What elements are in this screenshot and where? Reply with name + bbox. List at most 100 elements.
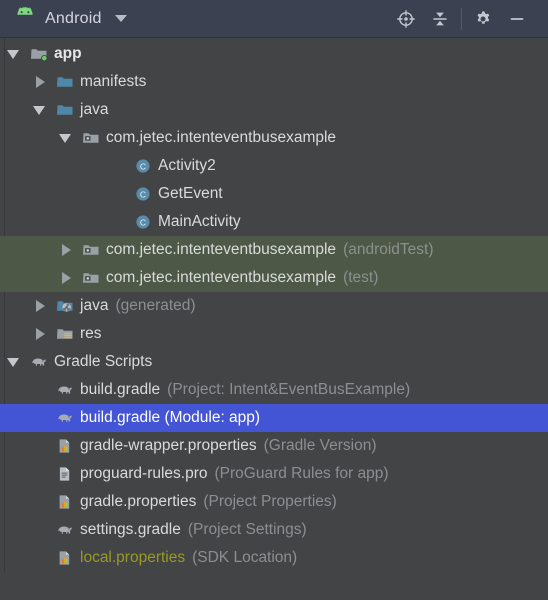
tree-row-proguard-rules-pro[interactable]: proguard-rules.pro (ProGuard Rules for ap… xyxy=(0,460,548,488)
tree-toggle-spacer xyxy=(32,494,48,510)
project-tool-window: Android app manifests java com.jetec.int… xyxy=(0,0,548,600)
tree-row-label: build.gradle xyxy=(80,381,161,398)
tree-row-java-generated[interactable]: java (generated) xyxy=(0,292,548,320)
tree-row-label: Gradle Scripts xyxy=(54,353,153,370)
tree-row-label: gradle-wrapper.properties xyxy=(80,437,257,454)
tree-row-label: local.properties xyxy=(80,549,186,566)
tree-row-java[interactable]: java xyxy=(0,96,548,124)
collapse-all-button[interactable] xyxy=(423,2,457,36)
chevron-down-icon[interactable] xyxy=(58,130,74,146)
android-robot-icon xyxy=(14,5,36,32)
tree-row-build-gradle-module[interactable]: build.gradle (Module: app) xyxy=(0,404,548,432)
tree-row-build-gradle-project[interactable]: build.gradle (Project: Intent&EventBusExa… xyxy=(0,376,548,404)
hide-button[interactable] xyxy=(500,2,534,36)
tree-row-gradle-scripts[interactable]: Gradle Scripts xyxy=(0,348,548,376)
tree-row-res[interactable]: res xyxy=(0,320,548,348)
chevron-right-icon[interactable] xyxy=(32,326,48,342)
text-file-icon xyxy=(59,467,70,481)
tree-toggle-spacer xyxy=(32,382,48,398)
folder-icon xyxy=(57,77,73,87)
tree-row-label: GetEvent xyxy=(158,185,223,202)
properties-file-icon xyxy=(59,495,70,509)
properties-file-icon xyxy=(59,439,70,453)
tool-window-header: Android xyxy=(0,0,548,38)
tree-row-local-properties[interactable]: local.properties (SDK Location) xyxy=(0,544,548,572)
tree-toggle-spacer xyxy=(110,158,126,174)
tree-toggle-spacer xyxy=(32,410,48,426)
tree-row-subtitle: (Project: Intent&EventBusExample) xyxy=(167,381,411,398)
tree-row-label: java xyxy=(80,297,109,314)
module-folder-icon xyxy=(31,49,48,62)
tree-row-subtitle: (ProGuard Rules for app) xyxy=(214,465,389,482)
tree-row-label: proguard-rules.pro xyxy=(80,465,208,482)
res-folder-icon xyxy=(57,329,73,339)
gradle-elephant-icon xyxy=(58,526,72,534)
tree-row-manifests[interactable]: manifests xyxy=(0,68,548,96)
toolbar-separator xyxy=(461,7,462,30)
chevron-down-icon[interactable] xyxy=(6,354,22,370)
gear-icon xyxy=(477,10,490,24)
tree-row-class-mainactivity[interactable]: C MainActivity xyxy=(0,208,548,236)
svg-text:C: C xyxy=(140,217,146,227)
properties-file-icon xyxy=(59,551,70,565)
tool-window-title-group[interactable]: Android xyxy=(0,5,127,32)
tool-window-actions xyxy=(389,2,548,36)
gradle-elephant-icon xyxy=(58,414,72,422)
minimize-dash-icon xyxy=(510,17,524,20)
svg-text:C: C xyxy=(140,189,146,199)
tree-row-label: com.jetec.intenteventbusexample xyxy=(106,241,337,258)
package-folder-icon xyxy=(83,133,99,143)
tree-row-subtitle: (test) xyxy=(343,269,379,286)
settings-button[interactable] xyxy=(466,2,500,36)
tree-row-label: build.gradle (Module: app) xyxy=(80,409,261,426)
tree-row-label: app xyxy=(54,45,82,62)
tree-row-package-main[interactable]: com.jetec.intenteventbusexample xyxy=(0,124,548,152)
tree-row-subtitle: (androidTest) xyxy=(343,241,434,258)
tree-row-label: gradle.properties xyxy=(80,493,197,510)
tree-toggle-spacer xyxy=(32,438,48,454)
tree-row-subtitle: (Gradle Version) xyxy=(263,437,377,454)
package-folder-icon xyxy=(83,245,99,255)
crosshair-target-icon xyxy=(397,9,415,28)
chevron-down-icon[interactable] xyxy=(114,15,127,22)
generated-folder-icon xyxy=(57,301,73,312)
gradle-elephant-icon xyxy=(32,358,46,366)
tree-row-package-androidtest[interactable]: com.jetec.intenteventbusexample (androidT… xyxy=(0,236,548,264)
tree-row-gradle-wrapper-properties[interactable]: gradle-wrapper.properties (Gradle Version… xyxy=(0,432,548,460)
tree-row-subtitle: (SDK Location) xyxy=(192,549,298,566)
chevron-right-icon[interactable] xyxy=(32,74,48,90)
tree-row-subtitle: (generated) xyxy=(115,297,196,314)
java-class-icon: C xyxy=(136,159,150,173)
java-class-icon: C xyxy=(136,187,150,201)
tree-row-class-activity2[interactable]: C Activity2 xyxy=(0,152,548,180)
tree-toggle-spacer xyxy=(32,466,48,482)
select-opened-file-button[interactable] xyxy=(389,2,423,36)
tree-row-class-getevent[interactable]: C GetEvent xyxy=(0,180,548,208)
java-class-icon: C xyxy=(136,215,150,229)
chevron-right-icon[interactable] xyxy=(32,298,48,314)
gradle-elephant-icon xyxy=(58,386,72,394)
tool-window-title: Android xyxy=(45,9,102,27)
tree-row-label: com.jetec.intenteventbusexample xyxy=(106,269,337,286)
tree-row-label: java xyxy=(80,101,109,118)
tree-row-gradle-properties[interactable]: gradle.properties (Project Properties) xyxy=(0,488,548,516)
project-tree[interactable]: app manifests java com.jetec.intenteventbus… xyxy=(0,38,548,572)
chevron-down-icon[interactable] xyxy=(32,102,48,118)
tree-row-label: Activity2 xyxy=(158,157,216,174)
tree-row-label: manifests xyxy=(80,73,147,90)
tree-row-label: settings.gradle xyxy=(80,521,181,538)
tree-row-package-test[interactable]: com.jetec.intenteventbusexample (test) xyxy=(0,264,548,292)
chevron-right-icon[interactable] xyxy=(58,242,74,258)
tree-row-app[interactable]: app xyxy=(0,40,548,68)
tree-toggle-spacer xyxy=(32,522,48,538)
tree-row-settings-gradle[interactable]: settings.gradle (Project Settings) xyxy=(0,516,548,544)
folder-icon xyxy=(57,105,73,115)
tree-toggle-spacer xyxy=(32,550,48,566)
chevron-down-icon[interactable] xyxy=(6,46,22,62)
tree-row-subtitle: (Project Properties) xyxy=(203,493,337,510)
chevron-right-icon[interactable] xyxy=(58,270,74,286)
tree-toggle-spacer xyxy=(110,186,126,202)
tree-row-subtitle: (Project Settings) xyxy=(187,521,307,538)
tree-row-label: com.jetec.intenteventbusexample xyxy=(106,129,337,146)
tree-toggle-spacer xyxy=(110,214,126,230)
